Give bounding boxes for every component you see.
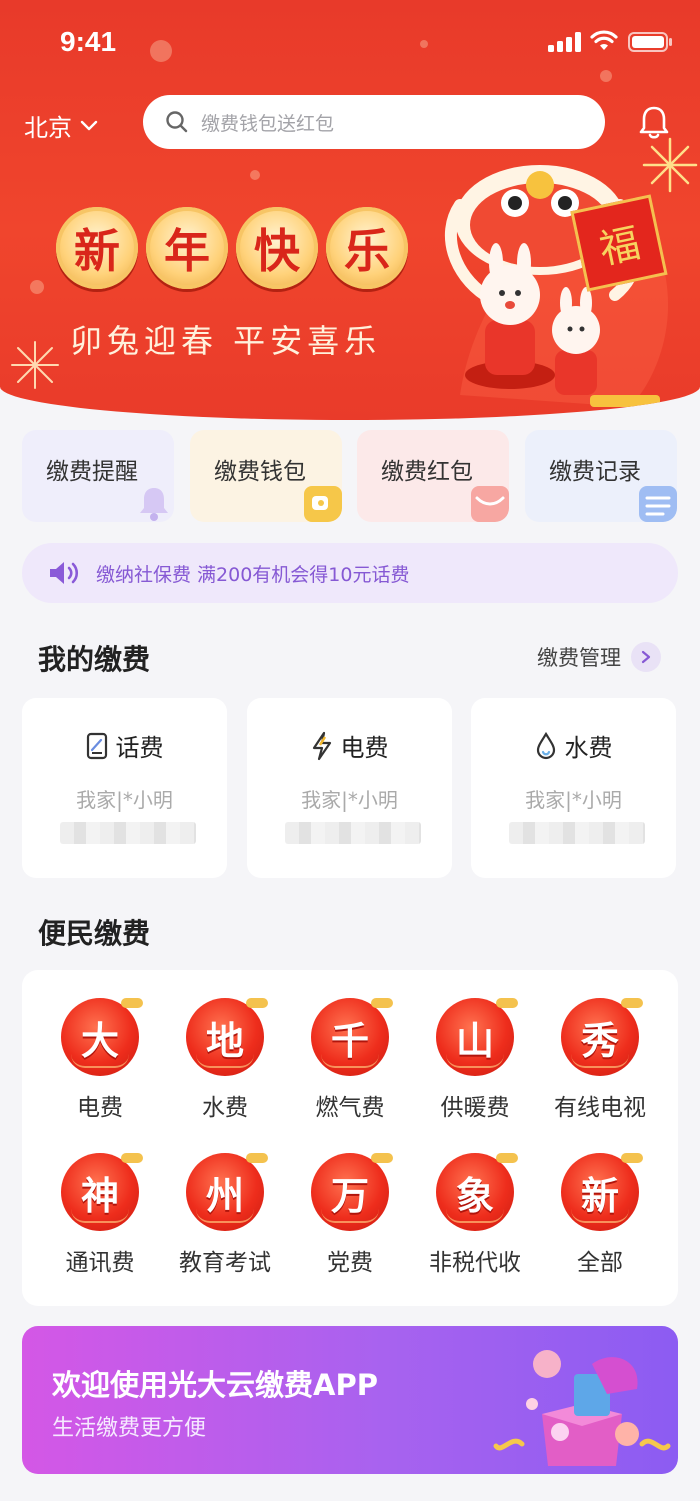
- bill-manage-label: 缴费管理: [537, 646, 621, 670]
- service-label: 有线电视: [554, 1095, 646, 1121]
- service-label: 通讯费: [65, 1250, 135, 1276]
- search-placeholder: 缴费钱包送红包: [201, 112, 335, 135]
- promo-banner[interactable]: 欢迎使用光大云缴费APP 生活缴费更方便: [22, 1326, 678, 1474]
- wifi-icon: [590, 30, 618, 50]
- service-badge-icon: 大: [61, 998, 143, 1076]
- promo-title: 欢迎使用光大云缴费APP: [52, 1368, 378, 1402]
- hero-title-char: 年: [146, 207, 228, 289]
- bill-card-label: 话费: [115, 734, 164, 762]
- fu-couplet: 福: [570, 194, 668, 292]
- bell-icon: [140, 488, 168, 521]
- bill-card-electricity[interactable]: 电费 我家|*小明: [247, 698, 452, 878]
- services-title: 便民缴费: [38, 917, 151, 950]
- service-heating[interactable]: 山 供暖费: [413, 998, 537, 1122]
- bill-card-account: 我家|*小明: [525, 788, 622, 812]
- bill-manage-link[interactable]: 缴费管理: [537, 642, 661, 672]
- quick-action-reminder[interactable]: 缴费提醒: [22, 430, 174, 522]
- hero-title-char: 乐: [326, 207, 408, 289]
- firework-icon: [11, 341, 59, 389]
- quick-action-label: 缴费红包: [381, 459, 473, 485]
- service-badge-icon: 秀: [561, 998, 643, 1076]
- service-non-tax[interactable]: 象 非税代收: [413, 1153, 537, 1277]
- service-badge-icon: 千: [311, 998, 393, 1076]
- bill-card-label: 电费: [340, 734, 389, 762]
- notice-bar[interactable]: 缴纳社保费 满200有机会得10元话费: [22, 543, 678, 603]
- services-panel: 大 电费 地 水费 千 燃气费 山 供暖费 秀 有线电视 神 通讯费 州 教育考…: [22, 970, 678, 1306]
- quick-action-red-envelope[interactable]: 缴费红包: [357, 430, 509, 522]
- hero-title-char: 新: [56, 207, 138, 289]
- bill-card-water[interactable]: 水费 我家|*小明: [471, 698, 676, 878]
- service-label: 燃气费: [315, 1095, 385, 1121]
- service-badge-icon: 地: [186, 998, 268, 1076]
- service-label: 供暖费: [440, 1095, 510, 1121]
- hero-subtitle: 卯兔迎春 平安喜乐: [70, 322, 382, 360]
- blurred-account-number: [60, 822, 196, 844]
- service-badge-icon: 神: [61, 1153, 143, 1231]
- quick-action-label: 缴费钱包: [214, 459, 306, 485]
- blurred-account-number: [285, 822, 421, 844]
- quick-action-label: 缴费提醒: [46, 459, 138, 485]
- lightning-icon: [312, 731, 331, 760]
- service-badge-icon: 象: [436, 1153, 518, 1231]
- chevron-down-icon: [80, 120, 98, 130]
- service-party-dues[interactable]: 万 党费: [288, 1153, 412, 1277]
- bell-icon[interactable]: [638, 104, 670, 140]
- bill-card-account: 我家|*小明: [76, 788, 173, 812]
- blurred-account-number: [509, 822, 645, 844]
- quick-action-wallet[interactable]: 缴费钱包: [190, 430, 342, 522]
- red-envelope-icon: [471, 486, 509, 522]
- service-cable-tv[interactable]: 秀 有线电视: [538, 998, 662, 1122]
- service-label: 教育考试: [179, 1250, 271, 1276]
- phone-bill-icon: [86, 732, 107, 759]
- my-bills-title: 我的缴费: [38, 643, 151, 676]
- service-label: 电费: [77, 1095, 123, 1121]
- service-badge-icon: 新: [561, 1153, 643, 1231]
- wallet-icon: [304, 486, 342, 522]
- bill-card-label: 水费: [564, 734, 613, 762]
- service-badge-icon: 万: [311, 1153, 393, 1231]
- speaker-icon: [50, 562, 79, 584]
- quick-action-record[interactable]: 缴费记录: [525, 430, 677, 522]
- service-label: 水费: [202, 1095, 248, 1121]
- service-electricity[interactable]: 大 电费: [38, 998, 162, 1122]
- service-label: 全部: [577, 1250, 623, 1276]
- status-bar: 9:41: [0, 0, 700, 88]
- status-time: 9:41: [60, 26, 117, 57]
- cellular-signal-icon: [548, 32, 581, 52]
- bill-card-account: 我家|*小明: [301, 788, 398, 812]
- service-badge-icon: 山: [436, 998, 518, 1076]
- city-selector[interactable]: 北京: [24, 108, 98, 143]
- service-label: 党费: [327, 1250, 373, 1276]
- quick-action-label: 缴费记录: [549, 459, 641, 485]
- service-label: 非税代收: [429, 1250, 521, 1276]
- lion-dance-illustration: [445, 165, 669, 407]
- service-all[interactable]: 新 全部: [538, 1153, 662, 1277]
- service-gas[interactable]: 千 燃气费: [288, 998, 412, 1122]
- hero-title: 新 年 快 乐: [56, 207, 408, 289]
- service-telecom[interactable]: 神 通讯费: [38, 1153, 162, 1277]
- service-badge-icon: 州: [186, 1153, 268, 1231]
- gift-box-icon: [493, 1350, 671, 1466]
- service-water[interactable]: 地 水费: [163, 998, 287, 1122]
- search-icon: [166, 111, 188, 133]
- service-education-exam[interactable]: 州 教育考试: [163, 1153, 287, 1277]
- promo-subtitle: 生活缴费更方便: [52, 1416, 207, 1441]
- battery-icon: [628, 32, 672, 52]
- notice-text: 缴纳社保费 满200有机会得10元话费: [96, 563, 410, 586]
- search-input[interactable]: 缴费钱包送红包: [143, 95, 605, 149]
- record-icon: [639, 486, 677, 522]
- city-label: 北京: [24, 114, 72, 142]
- hero-title-char: 快: [236, 207, 318, 289]
- bill-card-phone[interactable]: 话费 我家|*小明: [22, 698, 227, 878]
- chevron-right-icon: [631, 642, 661, 672]
- water-drop-icon: [536, 731, 555, 759]
